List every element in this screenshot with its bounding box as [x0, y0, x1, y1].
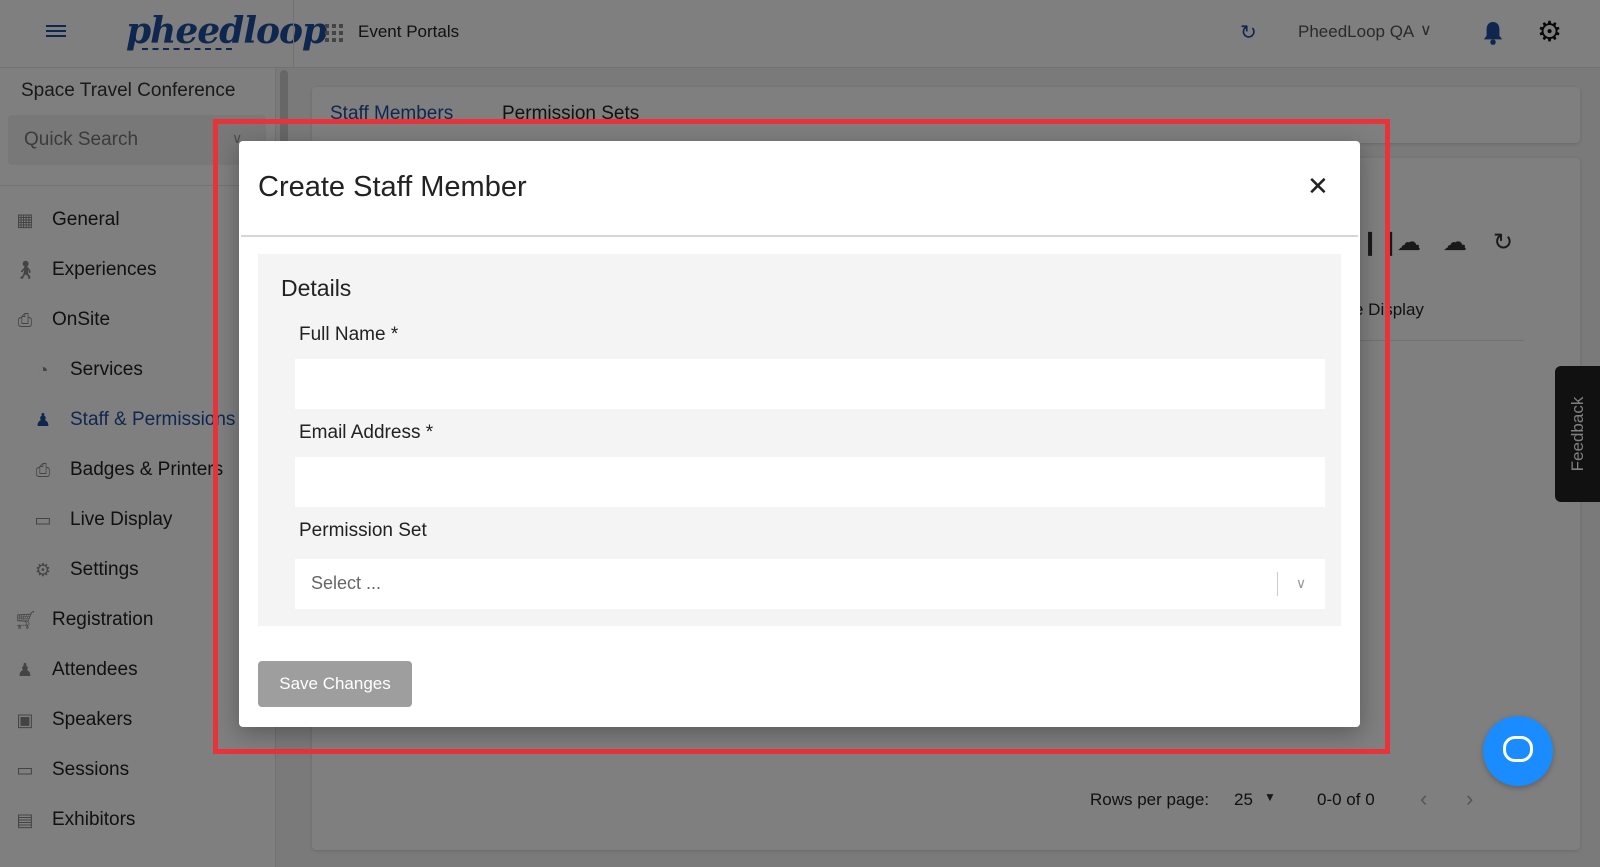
save-changes-button[interactable]: Save Changes — [258, 661, 412, 707]
divider — [1277, 572, 1278, 596]
select-placeholder: Select ... — [311, 573, 382, 593]
chevron-down-icon[interactable]: ∨ — [1289, 571, 1313, 595]
close-icon[interactable]: ✕ — [1307, 173, 1329, 199]
full-name-input[interactable] — [295, 359, 1325, 409]
details-section: Details Full Name * Email Address * Perm… — [258, 254, 1341, 626]
divider — [241, 235, 1358, 237]
permission-set-select[interactable]: Select ... ∨ — [295, 559, 1325, 609]
section-heading: Details — [281, 275, 352, 301]
permission-set-label: Permission Set — [299, 520, 427, 541]
email-label: Email Address * — [299, 422, 434, 443]
full-name-label: Full Name * — [299, 324, 399, 345]
chat-bubble-icon — [1503, 736, 1533, 762]
create-staff-member-dialog: Create Staff Member ✕ Details Full Name … — [239, 141, 1360, 727]
dialog-title: Create Staff Member — [258, 171, 527, 203]
chat-launcher-button[interactable] — [1483, 716, 1553, 786]
email-input[interactable] — [295, 457, 1325, 507]
